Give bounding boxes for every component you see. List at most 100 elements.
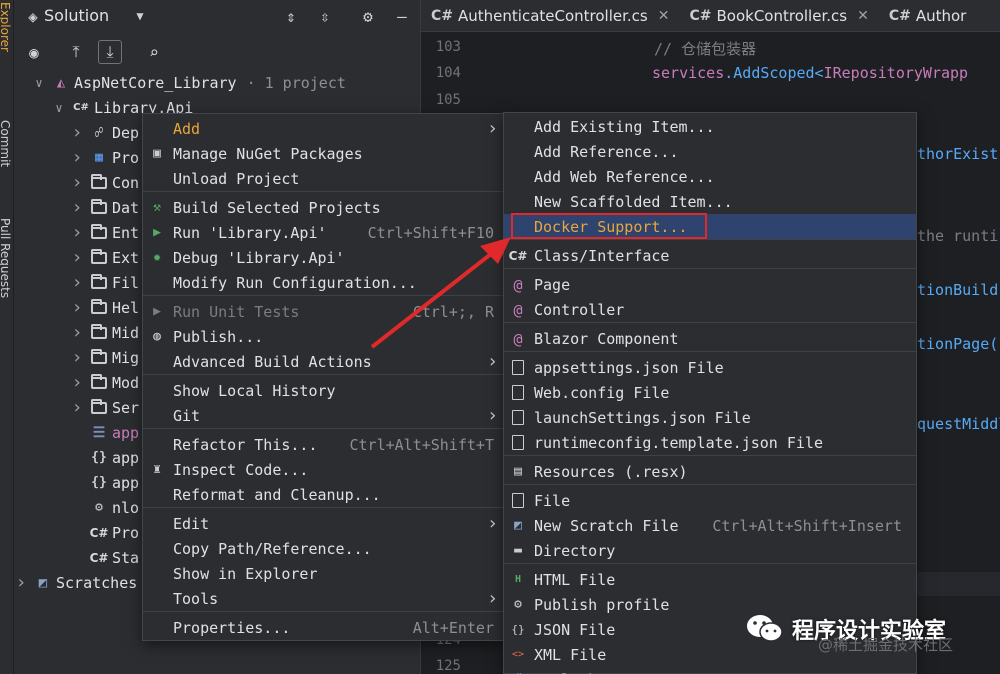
gear-icon[interactable]: ⚙ <box>357 5 379 27</box>
menu-item-modify-run-configuration[interactable]: Modify Run Configuration... <box>143 270 504 295</box>
submenu-item-add-web-reference[interactable]: Add Web Reference... <box>504 164 916 189</box>
submenu-item-new-scratch-file[interactable]: ◩ New Scratch File Ctrl+Alt+Shift+Insert <box>504 513 916 538</box>
tab-author[interactable]: C# Author <box>879 0 977 32</box>
explorer-tool-tab[interactable]: Explorer <box>0 2 12 52</box>
submenu-item-label: Blazor Component <box>534 329 679 348</box>
tree-item[interactable]: › Ent <box>70 220 140 245</box>
chevron-right-icon[interactable]: › <box>70 397 84 418</box>
menu-item-add[interactable]: Add › <box>143 116 504 141</box>
collapse-all-icon[interactable]: ⇳ <box>314 5 336 27</box>
chevron-down-icon[interactable]: ∨ <box>52 101 66 115</box>
menu-item-debug-library-api[interactable]: ✹ Debug 'Library.Api' <box>143 245 504 270</box>
chevron-down-icon[interactable]: ∨ <box>32 76 46 90</box>
menu-item-refactor-this[interactable]: Refactor This... Ctrl+Alt+Shift+T <box>143 432 504 457</box>
search-icon[interactable]: ⌕ <box>142 40 166 64</box>
menu-item-git[interactable]: Git › <box>143 403 504 428</box>
tree-item[interactable]: › Hel <box>70 295 140 320</box>
submenu-item-class-interface[interactable]: C# Class/Interface <box>504 243 916 268</box>
chevron-right-icon[interactable]: › <box>70 197 84 218</box>
tab-book-controller[interactable]: C# BookController.cs ✕ <box>679 0 878 32</box>
autoscroll-to-source-icon[interactable]: ⤓ <box>98 40 122 64</box>
tree-item[interactable]: {} app <box>70 470 139 495</box>
hide-panel-icon[interactable]: — <box>391 5 413 27</box>
scroll-from-source-icon[interactable]: ⤒ <box>64 40 88 64</box>
submenu-item-add-reference[interactable]: Add Reference... <box>504 139 916 164</box>
chevron-right-icon[interactable]: › <box>70 297 84 318</box>
menu-item-inspect-code[interactable]: ♜ Inspect Code... <box>143 457 504 482</box>
chevron-right-icon[interactable]: › <box>70 247 84 268</box>
tree-item[interactable]: › ◩ Scratches <box>14 570 138 595</box>
chevron-right-icon[interactable]: › <box>70 347 84 368</box>
chevron-right-icon[interactable]: › <box>70 322 84 343</box>
submenu-item-launchsettings-json-file[interactable]: launchSettings.json File <box>504 405 916 430</box>
commit-tool-tab[interactable]: Commit <box>0 120 12 167</box>
menu-item-properties[interactable]: Properties... Alt+Enter <box>143 615 504 640</box>
tree-item[interactable]: ⚙ nlo <box>70 495 139 520</box>
tree-item[interactable]: {} app <box>70 445 139 470</box>
tree-item[interactable]: › ☍ Dep <box>70 120 140 145</box>
csharp-project-icon: C# <box>73 102 89 113</box>
tree-item[interactable]: C# Pro <box>70 520 140 545</box>
expand-all-icon[interactable]: ⇕ <box>280 5 302 27</box>
submenu-item-runtimeconfig-template-json-file[interactable]: runtimeconfig.template.json File <box>504 430 916 455</box>
menu-item-shortcut: Alt+Enter <box>412 618 494 637</box>
file-icon <box>508 408 528 428</box>
menu-item-advanced-build-actions[interactable]: Advanced Build Actions › <box>143 349 504 374</box>
submenu-item-add-existing-item[interactable]: Add Existing Item... <box>504 114 916 139</box>
close-icon[interactable]: ✕ <box>857 8 869 24</box>
tree-item[interactable]: › ▦ Pro <box>70 145 140 170</box>
tree-item[interactable]: › Ser <box>70 395 140 420</box>
menu-item-show-local-history[interactable]: Show Local History <box>143 378 504 403</box>
submenu-item-file[interactable]: File <box>504 488 916 513</box>
tree-item-label: Sta <box>112 548 140 567</box>
submenu-item-directory[interactable]: ▬ Directory <box>504 538 916 563</box>
menu-item-copy-path-reference[interactable]: Copy Path/Reference... <box>143 536 504 561</box>
menu-item-run-library-api[interactable]: ▶ Run 'Library.Api' Ctrl+Shift+F10 <box>143 220 504 245</box>
tree-item[interactable]: › Mid <box>70 320 140 345</box>
menu-item-tools[interactable]: Tools › <box>143 586 504 611</box>
view-dropdown-chevron-icon[interactable]: ▼ <box>129 5 151 27</box>
tree-item[interactable]: › Mod <box>70 370 140 395</box>
tree-item[interactable]: ∨ ◭ AspNetCore_Library · 1 project <box>32 70 346 95</box>
tree-item[interactable]: › Dat <box>70 195 140 220</box>
pull-requests-tool-tab[interactable]: Pull Requests <box>0 218 12 298</box>
menu-item-show-in-explorer[interactable]: Show in Explorer <box>143 561 504 586</box>
chevron-right-icon[interactable]: › <box>14 572 28 593</box>
submenu-item-appsettings-json-file[interactable]: appsettings.json File <box>504 355 916 380</box>
tree-item[interactable]: C# Sta <box>70 545 140 570</box>
wechat-logo-icon <box>747 615 783 642</box>
submenu-item-new-scaffolded-item[interactable]: New Scaffolded Item... <box>504 189 916 214</box>
chevron-right-icon[interactable]: › <box>70 122 84 143</box>
code-fragment: the runti <box>917 227 999 245</box>
tree-item[interactable]: › Fil <box>70 270 140 295</box>
tree-item[interactable]: › Con <box>70 170 140 195</box>
tab-authenticate-controller[interactable]: C# AuthenticateController.cs ✕ <box>421 0 679 32</box>
menu-item-reformat-and-cleanup[interactable]: Reformat and Cleanup... <box>143 482 504 507</box>
tree-item[interactable]: › Mig <box>70 345 140 370</box>
chevron-right-icon[interactable]: › <box>70 372 84 393</box>
show-in-explorer-icon[interactable]: ◉ <box>22 40 46 64</box>
chevron-right-icon[interactable]: › <box>70 172 84 193</box>
json-settings-icon: {} <box>91 475 107 490</box>
submenu-item-controller[interactable]: @ Controller <box>504 297 916 322</box>
chevron-right-icon[interactable]: › <box>70 272 84 293</box>
submenu-item-blazor-component[interactable]: @ Blazor Component <box>504 326 916 351</box>
menu-item-publish[interactable]: ◍ Publish... <box>143 324 504 349</box>
code-line[interactable]: services.AddScoped<IRepositoryWrapp <box>652 64 968 82</box>
submenu-item-page[interactable]: @ Page <box>504 272 916 297</box>
chevron-right-icon[interactable]: › <box>70 222 84 243</box>
submenu-item-web-config-file[interactable]: Web.config File <box>504 380 916 405</box>
submenu-item-stylesheet[interactable]: # Stylesheet <box>504 667 916 674</box>
tree-item-label: Mid <box>112 323 140 342</box>
submenu-item-html-file[interactable]: H HTML File <box>504 567 916 592</box>
line-number: 105 <box>435 92 461 108</box>
submenu-item-resources-resx[interactable]: ▤ Resources (.resx) <box>504 459 916 484</box>
menu-item-manage-nuget-packages[interactable]: ▣ Manage NuGet Packages <box>143 141 504 166</box>
menu-item-unload-project[interactable]: Unload Project <box>143 166 504 191</box>
tree-item[interactable]: › Ext <box>70 245 140 270</box>
close-icon[interactable]: ✕ <box>658 8 670 24</box>
tree-item[interactable]: ☰ app <box>70 420 139 445</box>
menu-item-build-selected-projects[interactable]: ⚒ Build Selected Projects <box>143 195 504 220</box>
menu-item-edit[interactable]: Edit › <box>143 511 504 536</box>
chevron-right-icon[interactable]: › <box>70 147 84 168</box>
